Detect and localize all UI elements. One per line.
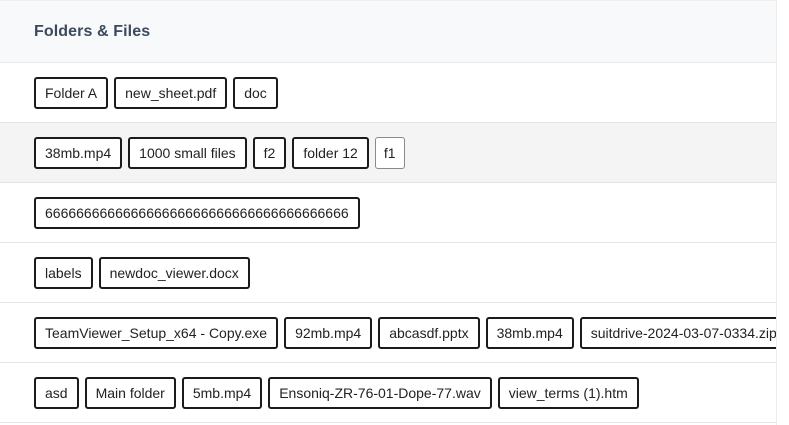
folders-files-panel: Folders & Files Folder A new_sheet.pdf d… xyxy=(0,0,777,425)
file-chip-newdoc-viewer-docx[interactable]: newdoc_viewer.docx xyxy=(98,256,250,289)
file-row: asd Main folder 5mb.mp4 Ensoniq-ZR-76-01… xyxy=(0,363,776,423)
file-chip-view-terms-htm[interactable]: view_terms (1).htm xyxy=(497,376,639,409)
page-title: Folders & Files xyxy=(34,22,151,40)
folder-chip-labels[interactable]: labels xyxy=(34,256,93,289)
file-row: 666666666666666666666666666666666666666 xyxy=(0,183,776,243)
folder-chip-asd[interactable]: asd xyxy=(34,376,79,409)
folder-chip-folder-a[interactable]: Folder A xyxy=(34,76,109,109)
scroll-gutter xyxy=(777,0,789,425)
folder-chip-f1[interactable]: f1 xyxy=(374,136,405,169)
file-chip-new-sheet-pdf[interactable]: new_sheet.pdf xyxy=(114,76,228,109)
folder-chip-f2[interactable]: f2 xyxy=(252,136,287,169)
file-chip-doc[interactable]: doc xyxy=(233,76,278,109)
file-chip-long-number[interactable]: 666666666666666666666666666666666666666 xyxy=(34,196,360,229)
folder-chip-1000-small-files[interactable]: 1000 small files xyxy=(128,136,247,169)
file-row: TeamViewer_Setup_x64 - Copy.exe 92mb.mp4… xyxy=(0,303,776,363)
panel-header: Folders & Files xyxy=(0,0,776,63)
file-chip-suitdrive-zip[interactable]: suitdrive-2024-03-07-0334.zip xyxy=(579,316,776,349)
file-chip-38mb-mp4-2[interactable]: 38mb.mp4 xyxy=(485,316,574,349)
file-row: 38mb.mp4 1000 small files f2 folder 12 f… xyxy=(0,123,776,183)
file-chip-92mb-mp4[interactable]: 92mb.mp4 xyxy=(284,316,373,349)
file-row: labels newdoc_viewer.docx xyxy=(0,243,776,303)
file-chip-ensoniq-wav[interactable]: Ensoniq-ZR-76-01-Dope-77.wav xyxy=(268,376,492,409)
file-row: Folder A new_sheet.pdf doc xyxy=(0,63,776,123)
file-chip-teamviewer-setup-exe[interactable]: TeamViewer_Setup_x64 - Copy.exe xyxy=(34,316,279,349)
folder-chip-main-folder[interactable]: Main folder xyxy=(84,376,176,409)
folder-chip-folder-12[interactable]: folder 12 xyxy=(292,136,369,169)
file-chip-abcasdf-pptx[interactable]: abcasdf.pptx xyxy=(378,316,480,349)
file-chip-38mb-mp4[interactable]: 38mb.mp4 xyxy=(34,136,123,169)
file-chip-5mb-mp4[interactable]: 5mb.mp4 xyxy=(181,376,263,409)
